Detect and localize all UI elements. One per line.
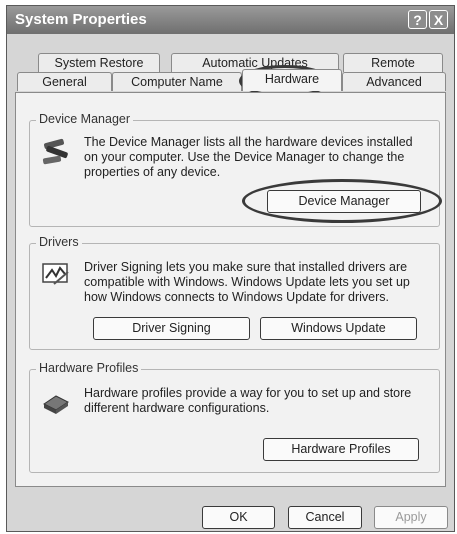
drivers-legend: Drivers xyxy=(36,235,82,249)
desc-line: on your computer. Use the Device Manager… xyxy=(84,150,405,164)
close-button[interactable]: X xyxy=(429,10,448,29)
desc-line: different hardware configurations. xyxy=(84,401,270,415)
system-properties-window: System Properties ? X System Restore Aut… xyxy=(6,5,455,532)
driver-signing-button[interactable]: Driver Signing xyxy=(93,317,250,340)
window-title: System Properties xyxy=(15,11,147,28)
device-manager-icon xyxy=(42,138,68,165)
desc-line: Driver Signing lets you make sure that i… xyxy=(84,260,408,274)
driver-signing-icon xyxy=(42,263,69,285)
tab-advanced[interactable]: Advanced xyxy=(342,72,446,91)
device-manager-group: Device Manager The Device Manager lists … xyxy=(29,112,442,227)
hardware-profiles-button[interactable]: Hardware Profiles xyxy=(263,438,419,461)
device-manager-button[interactable]: Device Manager xyxy=(267,190,421,213)
desc-line: compatible with Windows. Windows Update … xyxy=(84,275,410,289)
tab-computer-name[interactable]: Computer Name xyxy=(112,72,242,91)
title-bar[interactable]: System Properties ? X xyxy=(7,6,454,34)
tab-hardware[interactable]: Hardware xyxy=(242,69,342,91)
hardware-tab-panel: Device Manager The Device Manager lists … xyxy=(15,92,446,487)
hardware-profiles-legend: Hardware Profiles xyxy=(36,361,142,375)
apply-button[interactable]: Apply xyxy=(374,506,448,529)
device-manager-legend: Device Manager xyxy=(36,112,134,126)
cancel-button[interactable]: Cancel xyxy=(288,506,362,529)
desc-line: The Device Manager lists all the hardwar… xyxy=(84,135,413,149)
desc-line: properties of any device. xyxy=(84,165,221,179)
device-manager-description: The Device Manager lists all the hardwar… xyxy=(84,135,413,180)
hardware-profiles-group: Hardware Profiles Hardware profiles prov… xyxy=(29,361,440,473)
help-button[interactable]: ? xyxy=(408,10,427,29)
windows-update-button[interactable]: Windows Update xyxy=(260,317,417,340)
desc-line: Hardware profiles provide a way for you … xyxy=(84,386,412,400)
hardware-profiles-description: Hardware profiles provide a way for you … xyxy=(84,386,411,416)
tab-general[interactable]: General xyxy=(17,72,112,91)
desc-line: how Windows connects to Windows Update f… xyxy=(84,290,389,304)
tab-remote[interactable]: Remote xyxy=(343,53,443,72)
drivers-description: Driver Signing lets you make sure that i… xyxy=(84,260,410,305)
ok-button[interactable]: OK xyxy=(202,506,275,529)
tab-system-restore[interactable]: System Restore xyxy=(38,53,160,72)
drivers-group: Drivers Driver Signing lets you make sur… xyxy=(29,235,440,350)
hardware-profiles-icon xyxy=(43,395,69,414)
